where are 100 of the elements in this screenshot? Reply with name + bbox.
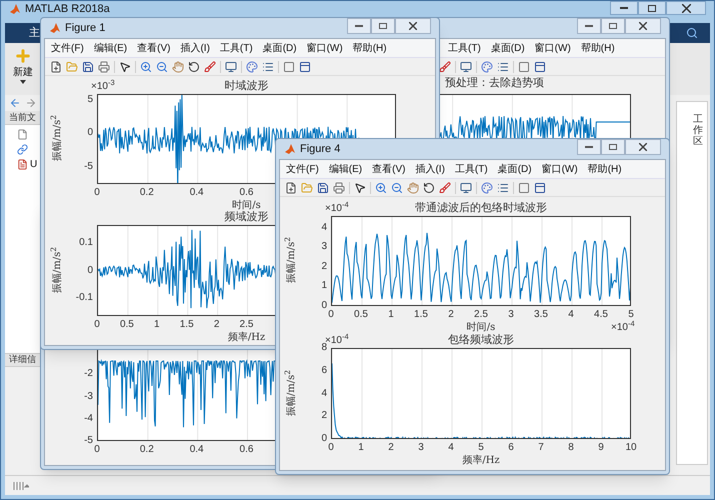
- tick-label: 0: [94, 445, 100, 455]
- menu-item[interactable]: 帮助(H): [580, 40, 615, 56]
- close-icon: [639, 143, 647, 151]
- colorbar-icon[interactable]: [481, 182, 493, 194]
- file-icon[interactable]: [17, 129, 28, 140]
- menu-item[interactable]: 帮助(H): [352, 40, 387, 56]
- menu-item[interactable]: 工具(T): [454, 162, 488, 176]
- tick-label: 0: [320, 434, 327, 444]
- close-button[interactable]: [625, 18, 661, 34]
- new-file-icon[interactable]: [285, 182, 297, 194]
- menu-item[interactable]: 编辑(E): [94, 40, 128, 56]
- monitor-icon[interactable]: [460, 182, 472, 194]
- zoom-in-icon[interactable]: [375, 182, 387, 194]
- rotate-icon[interactable]: [188, 60, 200, 72]
- pointer-icon[interactable]: [354, 182, 366, 194]
- zoom-out-icon[interactable]: [391, 182, 403, 194]
- menu-item[interactable]: 窗口(W): [534, 40, 571, 56]
- menu-item[interactable]: 文件(F): [286, 162, 319, 176]
- tick-label: 0: [320, 301, 327, 311]
- printer-icon[interactable]: [98, 60, 110, 72]
- tick-label: 1: [358, 443, 364, 453]
- save-icon[interactable]: [317, 182, 329, 194]
- tick-label: 2.5: [240, 320, 254, 330]
- close-button[interactable]: [395, 18, 431, 34]
- menu-item[interactable]: 工具(T): [220, 40, 253, 56]
- matlab-logo-icon: [49, 22, 61, 34]
- maximize-button[interactable]: [371, 18, 395, 34]
- tick-label: 0: [94, 320, 100, 330]
- minimize-button[interactable]: [347, 18, 371, 34]
- monitor-icon[interactable]: [460, 60, 472, 72]
- menu-item[interactable]: 编辑(E): [328, 162, 362, 176]
- forward-icon[interactable]: [25, 97, 37, 109]
- ribbon-tab[interactable]: 主: [5, 23, 40, 43]
- close-icon: [682, 4, 690, 12]
- panel-icon[interactable]: [299, 60, 311, 72]
- menu-item[interactable]: 插入(I): [180, 40, 210, 56]
- hand-icon[interactable]: [407, 182, 419, 194]
- maximize-button[interactable]: [601, 18, 625, 34]
- zoom-in-icon[interactable]: [140, 60, 152, 72]
- new-file-icon[interactable]: [50, 60, 62, 72]
- file-icon[interactable]: [17, 159, 28, 170]
- file-name[interactable]: U: [30, 157, 38, 172]
- menu-item[interactable]: 桌面(D): [498, 162, 532, 176]
- pointer-icon[interactable]: [119, 60, 131, 72]
- file-icon[interactable]: [17, 144, 28, 155]
- square-icon[interactable]: [283, 60, 295, 72]
- menu-item[interactable]: 桌面(D): [490, 40, 525, 56]
- printer-icon[interactable]: [333, 182, 345, 194]
- zoom-out-icon[interactable]: [156, 60, 168, 72]
- menu-item[interactable]: 查看(V): [372, 162, 406, 176]
- window-title: MATLAB R2018a: [25, 4, 110, 14]
- tick-label: 0.5: [354, 310, 368, 320]
- colorbar-icon[interactable]: [481, 60, 493, 72]
- brush-icon[interactable]: [204, 60, 216, 72]
- menu-item[interactable]: 插入(I): [415, 162, 445, 176]
- colorbar-icon[interactable]: [246, 60, 258, 72]
- tick-label: 4: [448, 443, 454, 453]
- tick-label: 2: [448, 310, 454, 320]
- square-icon[interactable]: [518, 182, 530, 194]
- maximize-button[interactable]: [638, 1, 666, 15]
- tick-label: 0.4: [190, 188, 204, 198]
- menu-item[interactable]: 窗口(W): [542, 162, 578, 176]
- rotate-icon[interactable]: [423, 182, 435, 194]
- menu-item[interactable]: 窗口(W): [306, 40, 343, 56]
- square-icon[interactable]: [518, 60, 530, 72]
- plus-icon: [14, 47, 32, 65]
- menu-item[interactable]: 文件(F): [51, 40, 84, 56]
- panel-icon[interactable]: [534, 60, 546, 72]
- new-button[interactable]: 新建: [13, 47, 33, 84]
- minimize-button[interactable]: [610, 1, 638, 15]
- monitor-icon[interactable]: [225, 60, 237, 72]
- tick-label: 0: [328, 310, 334, 320]
- close-button[interactable]: [666, 1, 706, 15]
- panel-header: 详细信: [9, 353, 36, 366]
- minimize-button[interactable]: [577, 139, 601, 155]
- plot-title: 时域波形: [224, 80, 268, 91]
- menu-item[interactable]: 帮助(H): [588, 162, 622, 176]
- brush-icon[interactable]: [439, 60, 451, 72]
- brush-icon[interactable]: [439, 182, 451, 194]
- back-icon[interactable]: [9, 97, 21, 109]
- search-icon[interactable]: [686, 27, 698, 39]
- menu-item[interactable]: 工具(T): [448, 40, 481, 56]
- minimize-button[interactable]: [577, 18, 601, 34]
- menu-item[interactable]: 桌面(D): [262, 40, 297, 56]
- tick-label: 3: [320, 242, 327, 252]
- tick-label: 10: [625, 443, 637, 453]
- close-button[interactable]: [625, 139, 661, 155]
- tick-label: 1: [388, 310, 394, 320]
- panel-icon[interactable]: [534, 182, 546, 194]
- menu-item[interactable]: 查看(V): [137, 40, 170, 56]
- grip-icon[interactable]: [13, 482, 29, 490]
- tick-label: 0.4: [190, 445, 204, 455]
- hand-icon[interactable]: [172, 60, 184, 72]
- save-icon[interactable]: [82, 60, 94, 72]
- maximize-button[interactable]: [601, 139, 625, 155]
- matlab-logo-icon: [9, 3, 21, 15]
- axis-label: 时间/s: [466, 323, 496, 333]
- tick-label: -5: [83, 162, 93, 172]
- tick-label: 0.5: [120, 320, 134, 330]
- tick-label: 0: [328, 443, 334, 453]
